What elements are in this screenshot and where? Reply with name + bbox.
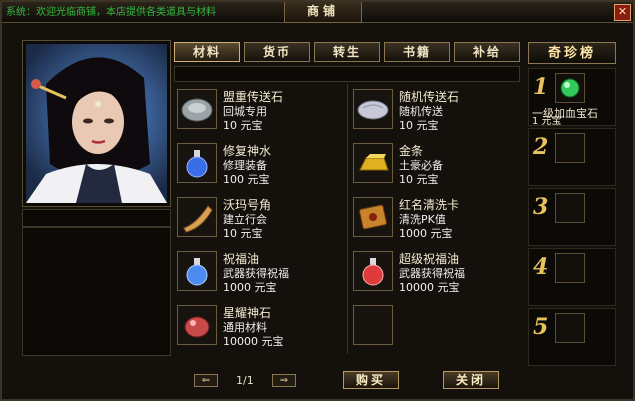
item-grid: 盟重传送石 回城专用 10 元宝 随机传送石 随机传送 10 元宝 修复神水 修… <box>174 84 520 354</box>
item-card[interactable]: 盟重传送石 回城专用 10 元宝 <box>174 84 344 136</box>
buy-button[interactable]: 购买 <box>343 371 399 389</box>
npc-portrait-frame <box>22 40 171 207</box>
npc-portrait <box>26 44 167 203</box>
horn-icon <box>177 197 217 237</box>
tab-books[interactable]: 书籍 <box>384 42 450 62</box>
tab-currency[interactable]: 货币 <box>244 42 310 62</box>
item-price: 10 元宝 <box>223 119 263 132</box>
ranking-entry[interactable]: 4 <box>528 248 616 306</box>
shop-window: 系统：欢迎光临商铺，本店提供各类道具与材料 商铺 ✕ 材料 货币 转生 书籍 补… <box>0 0 635 401</box>
ranking-entry[interactable]: 2 <box>528 128 616 186</box>
empty-rank-slot <box>555 193 585 223</box>
item-price: 1000 元宝 <box>399 227 453 240</box>
close-icon[interactable]: ✕ <box>614 4 631 21</box>
item-card[interactable]: 沃玛号角 建立行会 10 元宝 <box>174 192 344 244</box>
ranking-entry[interactable]: 5 <box>528 308 616 366</box>
item-price: 10 元宝 <box>223 227 263 240</box>
ranking-entry[interactable]: 3 <box>528 188 616 246</box>
rank-number: 3 <box>533 194 549 220</box>
tab-materials[interactable]: 材料 <box>174 42 240 62</box>
empty-item-slot <box>353 305 393 345</box>
category-tabs: 材料 货币 转生 书籍 补给 <box>174 42 520 62</box>
rank-item-price: 1 元宝 <box>532 116 562 127</box>
npc-name-bar <box>22 209 171 227</box>
close-button[interactable]: 关闭 <box>443 371 499 389</box>
npc-dialog-box <box>22 227 171 356</box>
next-page-button[interactable]: ⇒ <box>272 374 296 387</box>
npc-portrait-image <box>26 57 167 203</box>
empty-item-card <box>350 300 520 352</box>
potion-icon <box>177 251 217 291</box>
rank-number: 5 <box>533 314 549 340</box>
pager: ⇐ 1/1 ⇒ <box>194 374 304 388</box>
item-price: 1000 元宝 <box>223 281 277 294</box>
item-card[interactable]: 随机传送石 随机传送 10 元宝 <box>350 84 520 136</box>
item-card[interactable]: 红名清洗卡 清洗PK值 1000 元宝 <box>350 192 520 244</box>
item-price: 10000 元宝 <box>223 335 284 348</box>
item-card[interactable]: 修复神水 修理装备 100 元宝 <box>174 138 344 190</box>
column-divider <box>347 84 348 354</box>
gold-bar-icon <box>353 143 393 183</box>
prev-page-button[interactable]: ⇐ <box>194 374 218 387</box>
item-card[interactable]: 超级祝福油 武器获得祝福 10000 元宝 <box>350 246 520 298</box>
potion-icon <box>177 143 217 183</box>
empty-rank-slot <box>555 253 585 283</box>
gem-icon <box>555 73 585 103</box>
item-card[interactable]: 祝福油 武器获得祝福 1000 元宝 <box>174 246 344 298</box>
window-title: 商铺 <box>284 2 362 23</box>
tab-supplies[interactable]: 补给 <box>454 42 520 62</box>
page-indicator: 1/1 <box>236 374 254 387</box>
item-card[interactable]: 星耀神石 通用材料 10000 元宝 <box>174 300 344 352</box>
rank-number: 2 <box>533 134 549 160</box>
card-icon <box>353 197 393 237</box>
ranking-entry[interactable]: 1 一级加血宝石 1 元宝 <box>528 68 616 127</box>
item-price: 100 元宝 <box>223 173 270 186</box>
tab-rebirth[interactable]: 转生 <box>314 42 380 62</box>
item-price: 10000 元宝 <box>399 281 460 294</box>
empty-rank-slot <box>555 133 585 163</box>
item-price: 10 元宝 <box>399 173 439 186</box>
empty-rank-slot <box>555 313 585 343</box>
stone-icon <box>353 89 393 129</box>
stone-icon <box>177 89 217 129</box>
rank-number: 1 <box>533 74 549 100</box>
potion-icon <box>353 251 393 291</box>
system-ticker: 系统：欢迎光临商铺，本店提供各类道具与材料 <box>6 7 216 18</box>
rank-number: 4 <box>533 254 549 280</box>
item-card[interactable]: 金条 土豪必备 10 元宝 <box>350 138 520 190</box>
item-price: 10 元宝 <box>399 119 439 132</box>
title-bar: 系统：欢迎光临商铺，本店提供各类道具与材料 商铺 ✕ <box>2 2 633 23</box>
ranking-title: 奇珍榜 <box>528 42 616 64</box>
gem-stone-icon <box>177 305 217 345</box>
tab-subheader <box>174 66 520 82</box>
